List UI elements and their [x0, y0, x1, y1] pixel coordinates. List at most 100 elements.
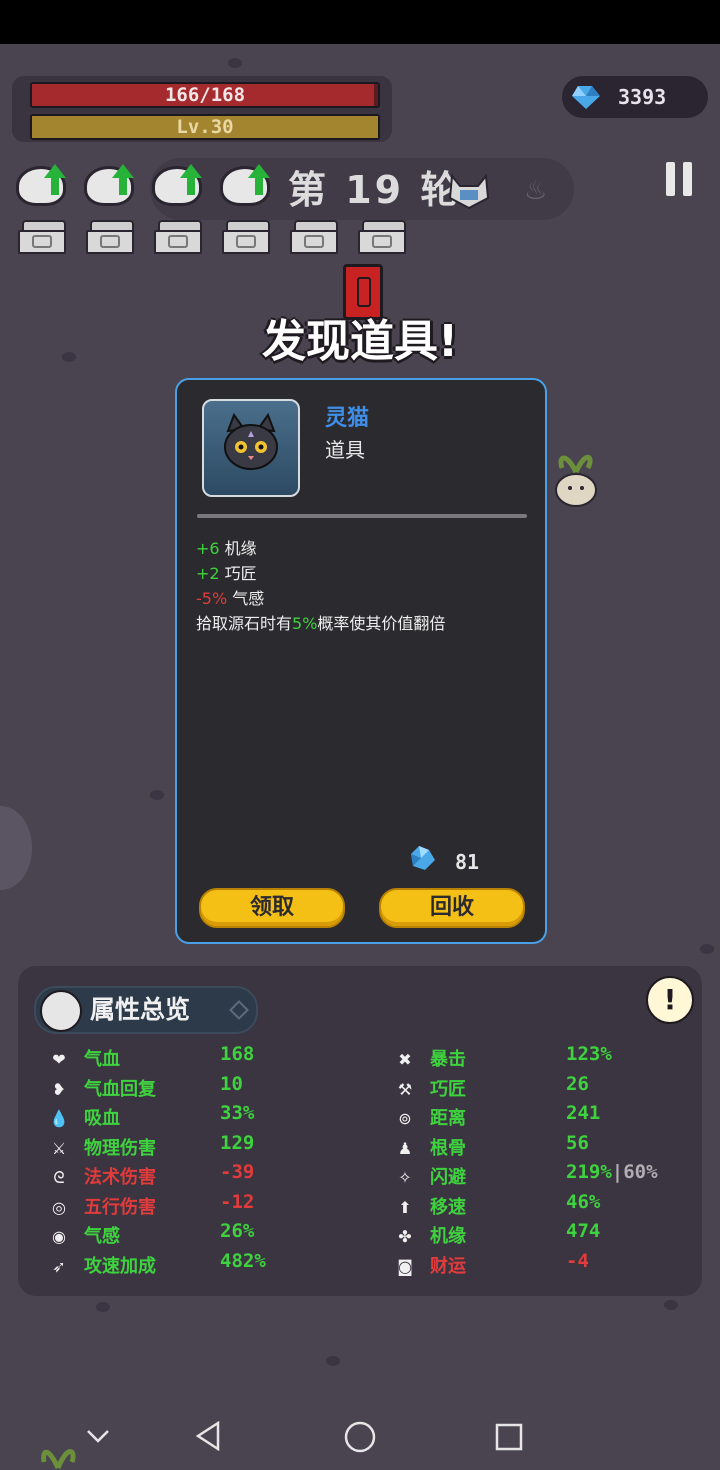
chest-icon: [290, 220, 338, 254]
round-label: 第 19 轮: [288, 168, 462, 212]
attribute-name: 机缘: [430, 1226, 466, 1247]
effect-label: 机缘: [219, 539, 257, 558]
drop-icon: 💧: [49, 1109, 69, 1128]
upgrade-indicator: [82, 156, 140, 206]
diamond-icon: [229, 1000, 249, 1020]
chest-icon: [18, 220, 66, 254]
hp-text: 166/168: [164, 84, 246, 106]
attribute-name: 吸血: [84, 1108, 120, 1129]
attribute-name: 攻速加成: [84, 1255, 156, 1277]
attribute-value: 123%: [566, 1043, 612, 1065]
attribute-value: 56: [566, 1131, 589, 1154]
chest-icon: [222, 220, 270, 254]
item-type: 道具: [325, 438, 365, 462]
attribute-name: 气感: [84, 1226, 120, 1247]
sprout-creature-icon: [555, 454, 597, 507]
level-bar: Lv.30: [30, 114, 380, 140]
upgrade-indicator: [150, 156, 208, 206]
level-text: Lv.30: [176, 116, 234, 138]
coin-icon: ◙: [397, 1256, 413, 1276]
effect-label: 气感: [227, 589, 265, 608]
attribute-value-secondary: |60%: [611, 1161, 658, 1183]
divider: [197, 514, 527, 518]
arrow-up-icon: [180, 164, 202, 178]
item-thumbnail: [202, 399, 300, 497]
upgrade-indicator: [14, 156, 72, 206]
item-card: 灵猫 道具 +6 机缘 +2 巧匠 -5% 气感 拾取源石时有5%概率使其价值翻倍 …: [175, 378, 547, 944]
cat-icon: [224, 412, 278, 470]
side-skill-button[interactable]: [0, 806, 32, 890]
avatar-icon: [40, 990, 82, 1032]
crystal-icon: [411, 846, 435, 870]
arrow-up-icon: [112, 164, 134, 178]
effect-line: -5% 气感: [196, 586, 445, 611]
effect-value: -5%: [196, 589, 228, 608]
attribute-value: 33%: [220, 1102, 255, 1124]
attributes-title: 属性总览: [90, 995, 191, 1024]
spiral-icon: ᘓ: [53, 1168, 65, 1187]
crystal-icon: [572, 86, 600, 109]
status-bar: [0, 0, 720, 44]
attribute-value: 46%: [566, 1190, 601, 1213]
back-icon[interactable]: [194, 1420, 222, 1452]
home-icon[interactable]: [344, 1421, 376, 1453]
attribute-value: -4: [566, 1249, 589, 1272]
claim-button[interactable]: 领取: [199, 888, 345, 928]
recycle-price: 81: [405, 844, 479, 876]
person-icon: ♟: [397, 1138, 413, 1158]
price-value: 81: [455, 850, 480, 874]
clover-icon: ✤: [398, 1227, 412, 1246]
effect-line: +6 机缘: [196, 536, 445, 561]
attribute-value: 129: [220, 1131, 255, 1154]
attribute-value: 219%|60%: [566, 1161, 658, 1183]
arrow-up-icon: [248, 164, 270, 178]
pause-button[interactable]: [666, 162, 694, 198]
effect-line: +2 巧匠: [196, 561, 445, 586]
info-button[interactable]: !: [646, 976, 694, 1024]
chest-icon: [154, 220, 202, 254]
effect-value: +6: [196, 539, 220, 558]
effect-label: 巧匠: [219, 564, 257, 583]
currency-display: 3393: [562, 76, 708, 118]
attributes-tab[interactable]: 属性总览: [34, 986, 258, 1034]
heart-regen-icon: ❥: [52, 1079, 66, 1099]
attribute-name: 根骨: [430, 1137, 466, 1159]
attribute-name: 五行伤害: [84, 1196, 156, 1218]
attribute-value: 26%: [220, 1220, 255, 1242]
attribute-value: 10: [220, 1072, 243, 1095]
attribute-name: 移速: [430, 1196, 466, 1218]
swirl-icon: ◎: [52, 1197, 66, 1217]
attribute-value: 482%: [220, 1249, 266, 1272]
attribute-value: -12: [220, 1190, 255, 1213]
flame-icon: ♨: [524, 176, 548, 206]
player-stats-bars: 166/168 Lv.30: [12, 76, 392, 142]
attribute-name: 气血: [84, 1049, 120, 1070]
aura-icon: ◉: [52, 1227, 66, 1246]
popup-title: 发现道具!: [261, 316, 459, 367]
currency-value: 3393: [618, 85, 667, 109]
attribute-value: 241: [566, 1102, 601, 1124]
chevron-down-icon[interactable]: [86, 1428, 110, 1444]
upgrade-indicator: [218, 156, 276, 206]
attribute-value: -39: [220, 1161, 255, 1183]
item-found-tag-icon: [343, 264, 383, 320]
recycle-button[interactable]: 回收: [379, 888, 525, 928]
target-icon: ⊚: [398, 1109, 412, 1128]
hp-bar: 166/168: [30, 82, 380, 108]
sprout-creature-icon: [41, 1449, 76, 1470]
recent-apps-icon[interactable]: [495, 1423, 523, 1451]
attribute-value: 168: [220, 1043, 255, 1065]
attribute-value: 474: [566, 1220, 601, 1242]
item-effects: +6 机缘 +2 巧匠 -5% 气感 拾取源石时有5%概率使其价值翻倍: [196, 536, 445, 636]
attribute-name: 财运: [430, 1255, 466, 1277]
cat-badge-icon: [448, 173, 490, 210]
attribute-name: 物理伤害: [84, 1137, 156, 1159]
run-icon: ✧: [398, 1168, 412, 1187]
heart-icon: ❤: [52, 1050, 66, 1069]
item-name: 灵猫: [325, 406, 370, 431]
sword-icon: ⚔: [51, 1138, 67, 1158]
attack-speed-icon: ➶: [52, 1256, 66, 1276]
effect-description: 拾取源石时有5%概率使其价值翻倍: [196, 614, 446, 633]
chest-icon: [358, 220, 406, 254]
attribute-name: 暴击: [430, 1049, 466, 1070]
